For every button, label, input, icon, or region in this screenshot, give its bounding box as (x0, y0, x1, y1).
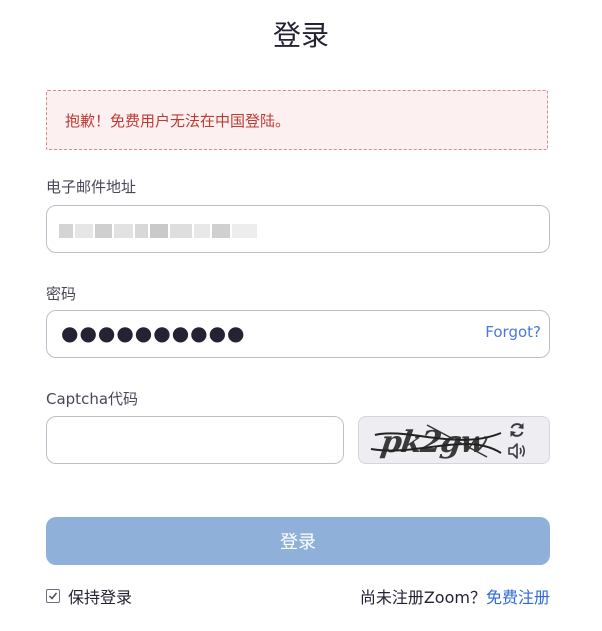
signup-prompt-row: 尚未注册Zoom？ 免费注册 (360, 585, 550, 607)
email-value-redacted (59, 224, 259, 240)
remember-me-label: 保持登录 (68, 588, 133, 607)
password-field[interactable]: ●●●●●●●●●● Forgot? (46, 310, 550, 358)
captcha-panel: pk2gw (358, 416, 550, 464)
captcha-input[interactable] (46, 416, 344, 464)
free-signup-link[interactable]: 免费注册 (486, 584, 550, 608)
captcha-image: pk2gw (367, 421, 503, 461)
remember-me-checkbox[interactable]: 保持登录 (46, 585, 132, 607)
page-title: 登录 (272, 19, 329, 52)
captcha-label: Captcha代码 (46, 390, 139, 408)
audio-icon[interactable] (507, 441, 527, 461)
email-label: 电子邮件地址 (46, 178, 137, 196)
error-message: 抱歉！免费用户无法在中国登陆。 (65, 111, 291, 130)
captcha-noise-lines (370, 424, 502, 458)
signup-prompt: 尚未注册Zoom？ (359, 588, 486, 607)
refresh-icon[interactable] (507, 420, 527, 440)
password-label: 密码 (46, 285, 77, 303)
email-field[interactable] (46, 205, 550, 253)
login-button[interactable]: 登录 (46, 517, 550, 565)
error-alert: 抱歉！免费用户无法在中国登陆。 (46, 90, 548, 150)
forgot-password-link[interactable]: Forgot? (485, 323, 541, 341)
checkbox-checked-icon[interactable] (46, 589, 60, 603)
password-value: ●●●●●●●●●● (61, 321, 246, 345)
